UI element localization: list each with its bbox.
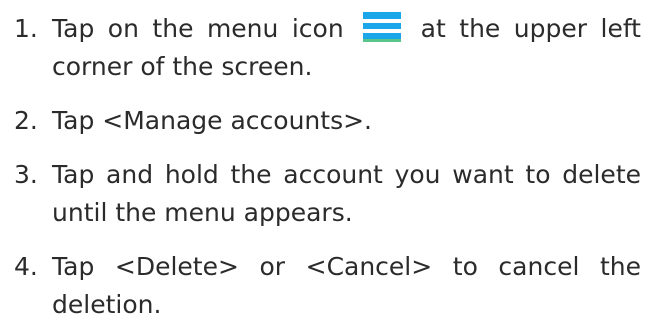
step-text: Tap and hold the account you want to del… [52,160,641,227]
menu-icon [363,12,402,42]
step-text: Tap <Delete> or <Cancel> to cancel the d… [52,252,641,319]
instruction-list: 1. Tap on the menu icon at the upper lef… [0,0,649,324]
step-number: 4. [14,252,38,281]
step-item-4: 4. Tap <Delete> or <Cancel> to cancel th… [0,248,649,324]
step-number: 2. [14,106,38,135]
step-item-3: 3. Tap and hold the account you want to … [0,156,649,232]
step-number: 3. [14,160,38,189]
step-text-before-icon: Tap on the menu icon [52,14,344,43]
step-item-2: 2. Tap <Manage accounts>. [0,102,649,140]
step-text: Tap on the menu icon at the upper left c… [52,10,649,86]
step-number: 1. [14,14,38,43]
step-item-1: 1. Tap on the menu icon at the upper lef… [0,10,649,86]
step-text: Tap <Manage accounts>. [52,106,372,135]
